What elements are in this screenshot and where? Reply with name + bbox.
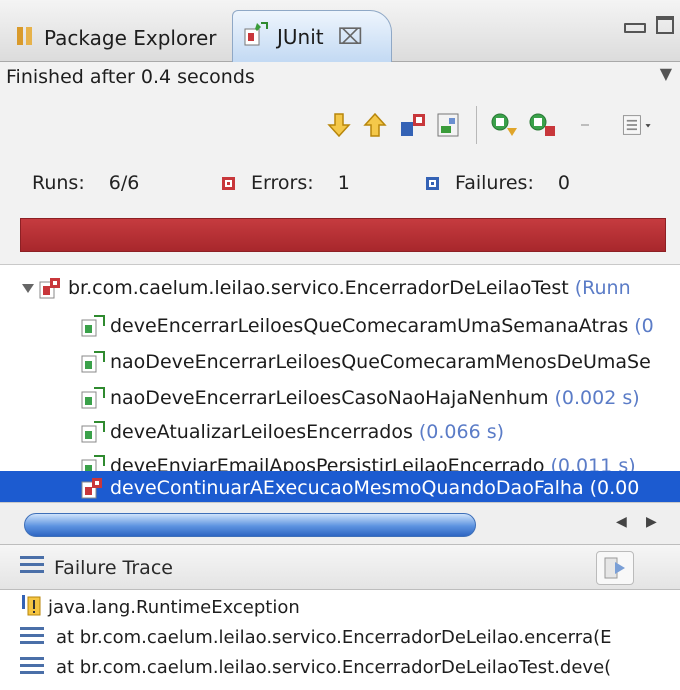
- status-text: Finished after 0.4 seconds: [6, 66, 255, 88]
- errors-label: Errors:: [251, 172, 314, 194]
- test-pass-icon: [80, 386, 106, 410]
- view-menu-icon[interactable]: ▼: [660, 64, 672, 83]
- toolbar-separator: [476, 106, 477, 144]
- tree-root-suite[interactable]: br.com.caelum.leilao.servico.EncerradorD…: [0, 271, 680, 305]
- trace-line[interactable]: java.lang.RuntimeException: [0, 592, 680, 622]
- failures-label: Failures:: [455, 172, 534, 194]
- test-progress-bar: [20, 218, 666, 252]
- show-failures-only-icon[interactable]: [396, 108, 430, 142]
- errors-value: 1: [337, 172, 350, 194]
- test-pass-icon: [80, 420, 106, 444]
- rerun-failed-first-icon[interactable]: [526, 108, 560, 142]
- tab-junit-label: JUnit: [277, 25, 324, 49]
- test-time: (0.002 s): [554, 387, 640, 409]
- close-tab-icon[interactable]: ⌧: [338, 25, 363, 50]
- scrollbar-thumb[interactable]: [24, 513, 476, 537]
- trace-line[interactable]: at br.com.caelum.leilao.servico.Encerrad…: [0, 622, 680, 652]
- tab-junit[interactable]: JUnit ⌧: [232, 10, 392, 63]
- scroll-lock-icon[interactable]: [432, 108, 466, 142]
- test-tree[interactable]: br.com.caelum.leilao.servico.EncerradorD…: [0, 264, 680, 502]
- test-run-history-icon[interactable]: [620, 108, 654, 142]
- stack-trace-icon: [20, 556, 44, 578]
- error-icon: [222, 177, 235, 190]
- scroll-right-icon[interactable]: ▶: [646, 514, 657, 530]
- test-time: (0: [634, 315, 654, 337]
- test-name: deveEncerrarLeiloesQueComecaramUmaSemana…: [110, 315, 629, 337]
- tree-test-item-selected[interactable]: deveContinuarAExecucaoMesmoQuandoDaoFalh…: [0, 471, 680, 502]
- test-name: deveContinuarAExecucaoMesmoQuandoDaoFalh…: [110, 477, 584, 499]
- next-failure-icon[interactable]: [322, 108, 356, 142]
- runs-counter: Runs: 6/6: [32, 172, 139, 194]
- tree-root-time: (Runn: [574, 277, 631, 299]
- exception-icon: [20, 593, 42, 622]
- test-pass-icon: [80, 350, 106, 374]
- failures-value: 0: [557, 172, 570, 194]
- test-counters: Runs: 6/6 Errors: 1 Failures: 0: [0, 156, 680, 208]
- trace-line-text: at br.com.caelum.leilao.servico.Encerrad…: [56, 626, 612, 648]
- filter-icon: [604, 557, 625, 579]
- failures-counter: Failures: 0: [426, 172, 570, 194]
- tab-package-explorer-label: Package Explorer: [44, 26, 217, 50]
- test-time: (0.066 s): [418, 421, 505, 443]
- view-tab-bar: Package Explorer JUnit ⌧: [0, 0, 680, 63]
- tab-package-explorer[interactable]: Package Explorer: [8, 14, 234, 62]
- test-name: naoDeveEncerrarLeiloesQueComecaramMenosD…: [110, 351, 651, 373]
- trace-line-text: java.lang.RuntimeException: [48, 596, 300, 618]
- trace-line[interactable]: at br.com.caelum.leilao.servico.Encerrad…: [0, 652, 680, 682]
- package-icon: [16, 26, 34, 51]
- test-time: (0.00: [589, 477, 640, 499]
- failure-trace-header: Failure Trace: [0, 544, 680, 590]
- stop-icon[interactable]: [568, 108, 602, 142]
- test-pass-icon: [80, 314, 106, 338]
- tree-root-name: br.com.caelum.leilao.servico.EncerradorD…: [68, 277, 569, 299]
- runs-value: 6/6: [108, 172, 140, 194]
- test-name: deveAtualizarLeiloesEncerrados: [110, 421, 413, 443]
- errors-counter: Errors: 1: [222, 172, 350, 194]
- rerun-test-icon[interactable]: [488, 108, 522, 142]
- tree-test-item[interactable]: naoDeveEncerrarLeiloesCasoNaoHajaNenhum …: [0, 381, 680, 415]
- tree-test-item[interactable]: deveEncerrarLeiloesQueComecaramUmaSemana…: [0, 309, 680, 343]
- stack-frame-icon: [20, 627, 44, 647]
- trace-line-text: at br.com.caelum.leilao.servico.Encerrad…: [56, 656, 612, 678]
- previous-failure-icon[interactable]: [358, 108, 392, 142]
- stack-frame-icon: [20, 657, 44, 677]
- horizontal-scrollbar[interactable]: ◀ ▶: [0, 502, 680, 544]
- runs-label: Runs:: [32, 172, 85, 194]
- junit-icon: [243, 21, 271, 54]
- minimize-icon[interactable]: [624, 23, 646, 33]
- expand-icon[interactable]: [22, 283, 34, 293]
- test-suite-error-icon: [38, 276, 64, 300]
- junit-toolbar: [0, 94, 680, 156]
- failure-trace-title: Failure Trace: [54, 557, 173, 579]
- test-name: naoDeveEncerrarLeiloesCasoNaoHajaNenhum: [110, 387, 549, 409]
- tree-test-item[interactable]: naoDeveEncerrarLeiloesQueComecaramMenosD…: [0, 345, 680, 379]
- tree-test-item[interactable]: deveAtualizarLeiloesEncerrados (0.066 s): [0, 415, 680, 449]
- status-row: Finished after 0.4 seconds ▼: [0, 62, 680, 94]
- scroll-left-icon[interactable]: ◀: [616, 514, 627, 530]
- filter-stack-trace-button[interactable]: [596, 551, 634, 585]
- failure-icon: [426, 177, 439, 190]
- maximize-icon[interactable]: [656, 16, 674, 34]
- test-error-icon: [80, 476, 106, 500]
- failure-trace-body[interactable]: java.lang.RuntimeException at br.com.cae…: [0, 590, 680, 690]
